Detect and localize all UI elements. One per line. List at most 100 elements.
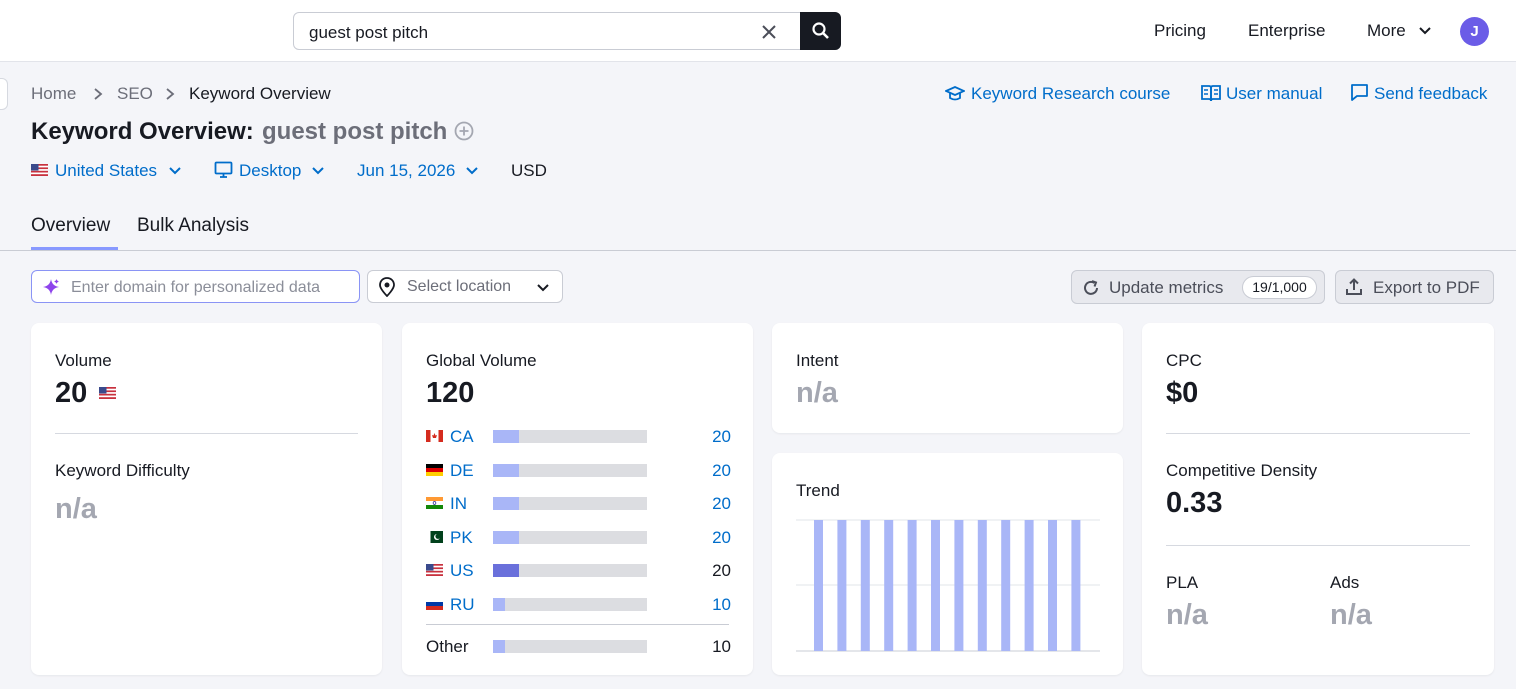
keyword-research-course-link[interactable]: Keyword Research course — [971, 84, 1170, 104]
page-title: Keyword Overview: — [31, 118, 254, 145]
intent-value: n/a — [796, 377, 838, 409]
trend-bar[interactable] — [977, 520, 987, 651]
search-box[interactable]: guest post pitch — [293, 12, 841, 50]
country-code[interactable]: PK — [450, 528, 473, 548]
trend-bar[interactable] — [1071, 520, 1081, 651]
sidebar-toggle[interactable] — [0, 78, 8, 110]
trend-bar[interactable] — [884, 520, 894, 651]
in-flag-icon — [426, 497, 443, 509]
country-code[interactable]: CA — [450, 427, 474, 447]
location-select[interactable]: Select location — [367, 270, 563, 303]
country-row-in: IN 20 — [426, 494, 731, 514]
add-to-list-icon[interactable] — [454, 121, 474, 141]
book-icon — [1201, 85, 1221, 102]
refresh-icon — [1084, 280, 1098, 295]
competitive-density-label: Competitive Density — [1166, 461, 1318, 480]
trend-card: Trend — [772, 453, 1123, 675]
breadcrumb-seo[interactable]: SEO — [117, 84, 153, 104]
tab-overview[interactable]: Overview — [31, 215, 110, 237]
country-volume[interactable]: 20 — [712, 427, 731, 447]
top-bar: guest post pitch Pricing Enterprise More… — [0, 0, 1516, 62]
nav-pricing[interactable]: Pricing — [1154, 21, 1206, 41]
trend-bar[interactable] — [1001, 520, 1011, 651]
tabs-divider — [0, 250, 1516, 251]
nav-enterprise[interactable]: Enterprise — [1248, 21, 1325, 41]
us-flag-icon — [426, 564, 443, 576]
trend-bar[interactable] — [1048, 520, 1057, 651]
country-row-ca: CA 20 — [426, 427, 731, 447]
divider — [1166, 545, 1470, 546]
chevron-down-icon[interactable] — [311, 165, 325, 177]
trend-label: Trend — [796, 481, 840, 500]
desktop-icon — [214, 161, 233, 178]
global-volume-card: Global Volume 120 CA 20 DE 20 IN 20 PK 2… — [402, 323, 753, 675]
country-row-other: 10 — [426, 637, 731, 656]
export-pdf-button[interactable]: Export to PDF — [1335, 270, 1494, 304]
trend-bar[interactable] — [931, 520, 940, 651]
trend-bar[interactable] — [860, 520, 870, 651]
chevron-down-icon[interactable] — [168, 165, 182, 177]
bar-fill — [493, 497, 519, 510]
breadcrumb-home[interactable]: Home — [31, 84, 76, 104]
search-button[interactable] — [800, 12, 841, 50]
other-volume: 10 — [712, 637, 731, 656]
chevron-down-icon[interactable] — [1418, 24, 1432, 38]
chevron-right-icon — [94, 88, 103, 100]
date-selector[interactable]: Jun 15, 2026 — [357, 161, 455, 181]
trend-bar[interactable] — [814, 520, 823, 651]
country-code[interactable]: RU — [450, 595, 475, 615]
device-selector[interactable]: Desktop — [239, 161, 301, 181]
feedback-icon — [1351, 84, 1368, 101]
country-code[interactable]: IN — [450, 494, 467, 514]
country-code[interactable]: US — [450, 561, 474, 581]
avatar[interactable]: J — [1460, 17, 1489, 46]
country-volume: 20 — [712, 561, 731, 580]
bar-fill — [493, 564, 519, 577]
trend-bar[interactable] — [837, 520, 847, 651]
us-flag-icon — [31, 164, 48, 176]
tab-bulk-analysis[interactable]: Bulk Analysis — [137, 215, 249, 237]
volume-label: Volume — [55, 351, 112, 370]
close-icon[interactable] — [759, 22, 779, 42]
trend-bar[interactable] — [1024, 520, 1034, 651]
country-row-us: US 20 — [426, 561, 731, 581]
chevron-down-icon — [537, 284, 549, 292]
cpc-value: $0 — [1166, 377, 1199, 409]
bar-fill — [493, 464, 519, 477]
country-selector[interactable]: United States — [55, 161, 157, 181]
cpc-card: CPC $0 Competitive Density 0.33 PLA n/a … — [1142, 323, 1494, 675]
update-metrics-label: Update metrics — [1109, 278, 1224, 297]
domain-input-placeholder: Enter domain for personalized data — [71, 279, 321, 296]
domain-input[interactable]: Enter domain for personalized data — [31, 270, 360, 303]
update-metrics-button[interactable]: Update metrics 19/1,000 — [1071, 270, 1325, 304]
country-volume[interactable]: 20 — [712, 494, 731, 514]
chevron-down-icon[interactable] — [465, 165, 479, 177]
pla-value: n/a — [1166, 599, 1208, 631]
location-pin-icon — [379, 277, 395, 297]
bar-fill — [493, 598, 505, 611]
volume-card: Volume 20 Keyword Difficulty n/a — [31, 323, 382, 675]
user-manual-link[interactable]: User manual — [1226, 84, 1322, 104]
country-volume[interactable]: 10 — [712, 595, 731, 615]
page-title-keyword: guest post pitch — [262, 118, 448, 145]
nav-more[interactable]: More — [1367, 21, 1406, 41]
trend-bar[interactable] — [954, 520, 964, 651]
search-input[interactable]: guest post pitch — [309, 23, 428, 43]
global-volume-value: 120 — [426, 377, 475, 409]
breadcrumb-current: Keyword Overview — [189, 84, 331, 103]
pk-flag-icon — [426, 531, 443, 543]
country-code[interactable]: DE — [450, 461, 474, 481]
trend-bar[interactable] — [907, 520, 917, 651]
country-volume[interactable]: 20 — [712, 528, 731, 548]
bar-track — [493, 640, 647, 653]
send-feedback-link[interactable]: Send feedback — [1374, 84, 1487, 104]
competitive-density-value: 0.33 — [1166, 487, 1223, 519]
country-volume[interactable]: 20 — [712, 461, 731, 481]
bar-fill — [493, 640, 505, 653]
cpc-label: CPC — [1166, 351, 1202, 370]
export-pdf-label: Export to PDF — [1373, 278, 1480, 297]
volume-value: 20 — [55, 377, 88, 409]
country-row-pk: PK 20 — [426, 528, 731, 548]
keyword-difficulty-label: Keyword Difficulty — [55, 461, 190, 480]
ads-label: Ads — [1330, 573, 1360, 592]
